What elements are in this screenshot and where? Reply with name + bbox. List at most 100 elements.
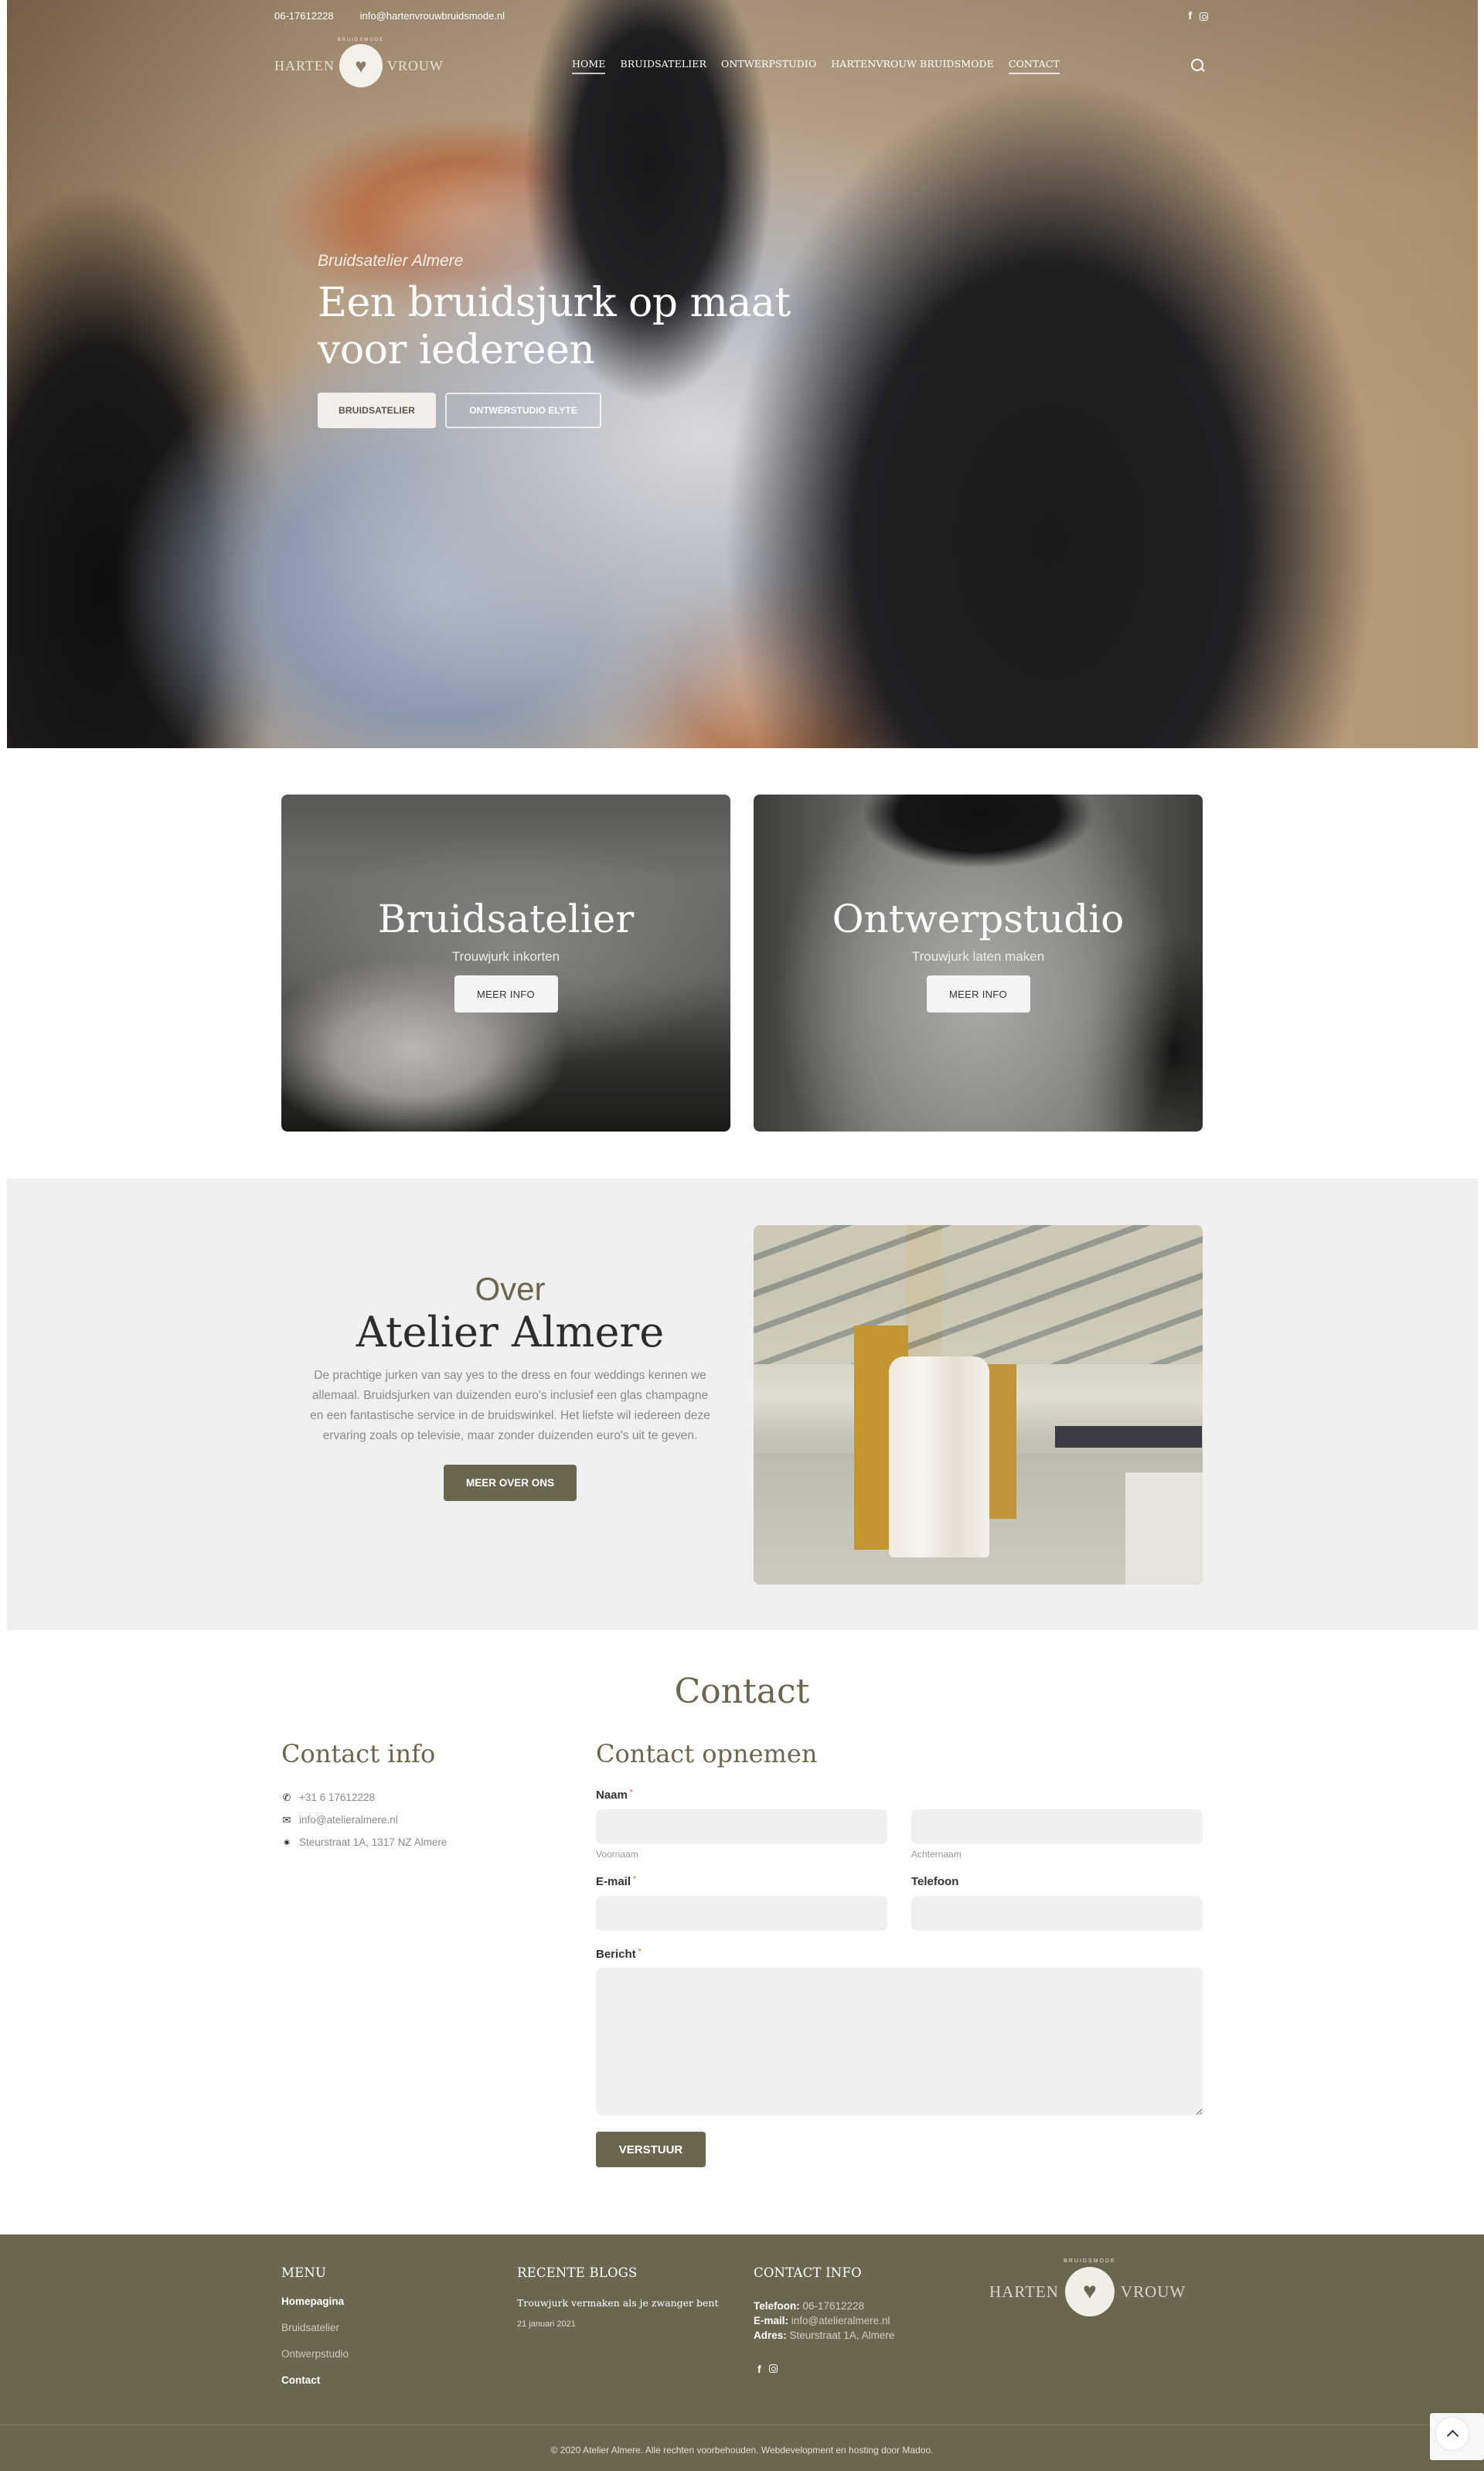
bruidsatelier-button[interactable]: BRUIDSATELIER — [318, 393, 436, 428]
nav-links: HOME BRUIDSATELIER ONTWERPSTUDIO HARTENV… — [572, 58, 1060, 74]
ontwerpstudio-button[interactable]: ONTWERSTUDIO ELYTE — [445, 393, 601, 428]
nav-item-ontwerpstudio[interactable]: ONTWERPSTUDIO — [721, 58, 816, 74]
about-section: Over Atelier Almere De prachtige jurken … — [7, 1179, 1478, 1630]
photo-cabinet — [985, 1364, 1016, 1519]
footer-menu-item-bruidsatelier[interactable]: Bruidsatelier — [281, 2322, 349, 2348]
meer-over-ons-button[interactable]: MEER OVER ONS — [444, 1465, 577, 1501]
site-logo[interactable]: HARTEN BRUIDSMODE ♥ VROUW — [274, 38, 446, 87]
contact-info-address-text: Steurstraat 1A, 1317 NZ Almere — [299, 1836, 448, 1848]
about-text: Over Atelier Almere De prachtige jurken … — [306, 1271, 714, 1501]
footer-menu-item-ontwerpstudio[interactable]: Ontwerpstudio — [281, 2348, 349, 2374]
photo-box — [1125, 1472, 1203, 1584]
message-field-group: Bericht * — [596, 1948, 1203, 2115]
footer-address: Steurstraat 1A, Almere — [789, 2330, 895, 2341]
photo-dresses — [889, 1356, 989, 1557]
map-pin-icon: ◉ — [284, 1838, 290, 1846]
footer-email[interactable]: info@atelieralmere.nl — [791, 2315, 890, 2326]
footer-menu-list: Homepagina Bruidsatelier Ontwerpstudio C… — [281, 2296, 349, 2401]
footer-phone[interactable]: 06-17612228 — [803, 2300, 865, 2312]
meer-info-button[interactable]: MEER INFO — [454, 975, 558, 1013]
instagram-icon[interactable] — [1200, 9, 1208, 22]
contact-info-phone[interactable]: ✆ +31 6 17612228 — [281, 1786, 560, 1809]
footer-contact-heading: CONTACT INFO — [754, 2265, 862, 2280]
footer-logo: HARTEN BRUIDSMODE ♥ VROUW — [989, 2258, 1186, 2316]
logo-word-right: VROUW — [1120, 2282, 1186, 2301]
service-card-bruidsatelier[interactable]: Bruidsatelier Trouwjurk inkorten MEER IN… — [281, 795, 730, 1132]
last-name-input[interactable] — [911, 1809, 1203, 1844]
name-field-group: Naam * Voornaam Achternaam — [596, 1789, 1203, 1861]
nav-item-hartenvrouw-bruidsmode[interactable]: HARTENVROUW BRUIDSMODE — [831, 58, 994, 74]
submit-button[interactable]: VERSTUUR — [596, 2132, 706, 2167]
top-bar: 06-17612228 info@hartenvrouwbruidsmode.n… — [274, 8, 1210, 23]
logo-emblem: BRUIDSMODE ♥ — [1064, 2258, 1115, 2316]
envelope-icon: ✉ — [282, 1813, 291, 1826]
facebook-icon[interactable]: f — [1188, 9, 1192, 22]
email-input[interactable] — [596, 1896, 887, 1931]
footer-copyright: © 2020 Atelier Almere. Alle rechten voor… — [550, 2445, 934, 2456]
footer-blogs: RECENTE BLOGS Trouwjurk vermaken als je … — [517, 2265, 718, 2329]
about-title: Atelier Almere — [356, 1308, 665, 1356]
topbar-phone-link[interactable]: 06-17612228 — [274, 10, 334, 22]
contact-form-heading: Contact opnemen — [596, 1739, 818, 1768]
footer-social: f — [757, 2362, 894, 2376]
message-textarea[interactable] — [596, 1968, 1203, 2115]
back-to-top-button[interactable] — [1430, 2413, 1484, 2460]
site-footer: MENU Homepagina Bruidsatelier Ontwerpstu… — [0, 2234, 1484, 2471]
service-card-ontwerpstudio[interactable]: Ontwerpstudio Trouwjurk laten maken MEER… — [754, 795, 1203, 1132]
about-kicker: Over — [475, 1271, 546, 1307]
contact-info: Contact info ✆ +31 6 17612228 ✉ info@ate… — [281, 1739, 560, 1853]
facebook-icon[interactable]: f — [757, 2363, 761, 2375]
hero-content: Bruidsatelier Almere Een bruidsjurk op m… — [318, 252, 791, 428]
about-body: De prachtige jurken van say yes to the d… — [310, 1369, 710, 1442]
logo-arc-text: BRUIDSMODE — [337, 38, 385, 43]
meer-info-button[interactable]: MEER INFO — [926, 975, 1030, 1013]
card-subtitle: Trouwjurk laten maken — [911, 949, 1045, 964]
logo-emblem: BRUIDSMODE ♥ — [338, 38, 383, 87]
footer-menu-item-contact[interactable]: Contact — [281, 2374, 349, 2401]
contact-info-list: ✆ +31 6 17612228 ✉ info@atelieralmere.nl… — [281, 1786, 560, 1853]
nav-item-contact[interactable]: CONTACT — [1008, 58, 1060, 74]
footer-menu: MENU Homepagina Bruidsatelier Ontwerpstu… — [281, 2265, 349, 2401]
heart-dress-icon: ♥ — [355, 54, 367, 77]
search-icon[interactable] — [1191, 59, 1205, 73]
contact-info-email-text: info@atelieralmere.nl — [299, 1814, 398, 1826]
photo-ceiling — [754, 1225, 1203, 1364]
phone-label: Telefoon — [911, 1875, 959, 1888]
footer-blog-post-date: 21 januari 2021 — [517, 2320, 576, 2329]
footer-contact-details: Telefoon: 06-17612228 E-mail: info@ateli… — [754, 2299, 894, 2343]
email-phone-row: E-mail * Telefoon — [596, 1875, 1203, 1931]
atelier-workshop-photo — [754, 1225, 1203, 1584]
email-label: E-mail * — [596, 1875, 636, 1888]
hero-title-line-2: voor iedereen — [318, 327, 595, 373]
logo-arc-text: BRUIDSMODE — [1064, 2258, 1116, 2264]
chevron-up-icon — [1436, 2418, 1469, 2450]
first-name-input[interactable] — [596, 1809, 887, 1844]
logo-word-left: HARTEN — [989, 2282, 1059, 2301]
contact-section-title: Contact — [674, 1672, 810, 1711]
contact-form: Contact opnemen Naam * Voornaam Achternaa… — [596, 1739, 1203, 2167]
contact-info-heading: Contact info — [281, 1739, 436, 1768]
footer-blog-post-link[interactable]: Trouwjurk vermaken als je zwanger bent — [517, 2297, 718, 2309]
last-name-help: Achternaam — [911, 1849, 962, 1860]
hero-kicker: Bruidsatelier Almere — [318, 252, 464, 270]
footer-phone-label: Telefoon: — [754, 2300, 800, 2312]
footer-menu-item-homepagina[interactable]: Homepagina — [281, 2296, 349, 2322]
card-title: Ontwerpstudio — [832, 897, 1125, 941]
hero-title: Een bruidsjurk op maat voor iedereen — [318, 280, 791, 374]
hero-buttons: BRUIDSATELIER ONTWERSTUDIO ELYTE — [318, 393, 791, 428]
instagram-icon[interactable] — [768, 2362, 778, 2376]
hero-title-line-1: Een bruidsjurk op maat — [318, 280, 791, 326]
phone-input[interactable] — [911, 1896, 1203, 1931]
logo-word-left: HARTEN — [274, 57, 335, 73]
nav-item-bruidsatelier[interactable]: BRUIDSATELIER — [620, 58, 706, 74]
photo-printer — [1055, 1426, 1202, 1448]
message-label: Bericht * — [596, 1948, 642, 1961]
card-title: Bruidsatelier — [377, 897, 635, 941]
contact-info-email[interactable]: ✉ info@atelieralmere.nl — [281, 1809, 560, 1831]
footer-address-label: Adres: — [754, 2330, 787, 2341]
topbar-email-link[interactable]: info@hartenvrouwbruidsmode.nl — [360, 10, 505, 22]
footer-email-label: E-mail: — [754, 2315, 789, 2326]
main-navigation: HARTEN BRUIDSMODE ♥ VROUW HOME BRUIDSATE… — [274, 37, 1210, 94]
nav-item-home[interactable]: HOME — [572, 58, 606, 74]
contact-info-phone-text: +31 6 17612228 — [299, 1792, 375, 1803]
